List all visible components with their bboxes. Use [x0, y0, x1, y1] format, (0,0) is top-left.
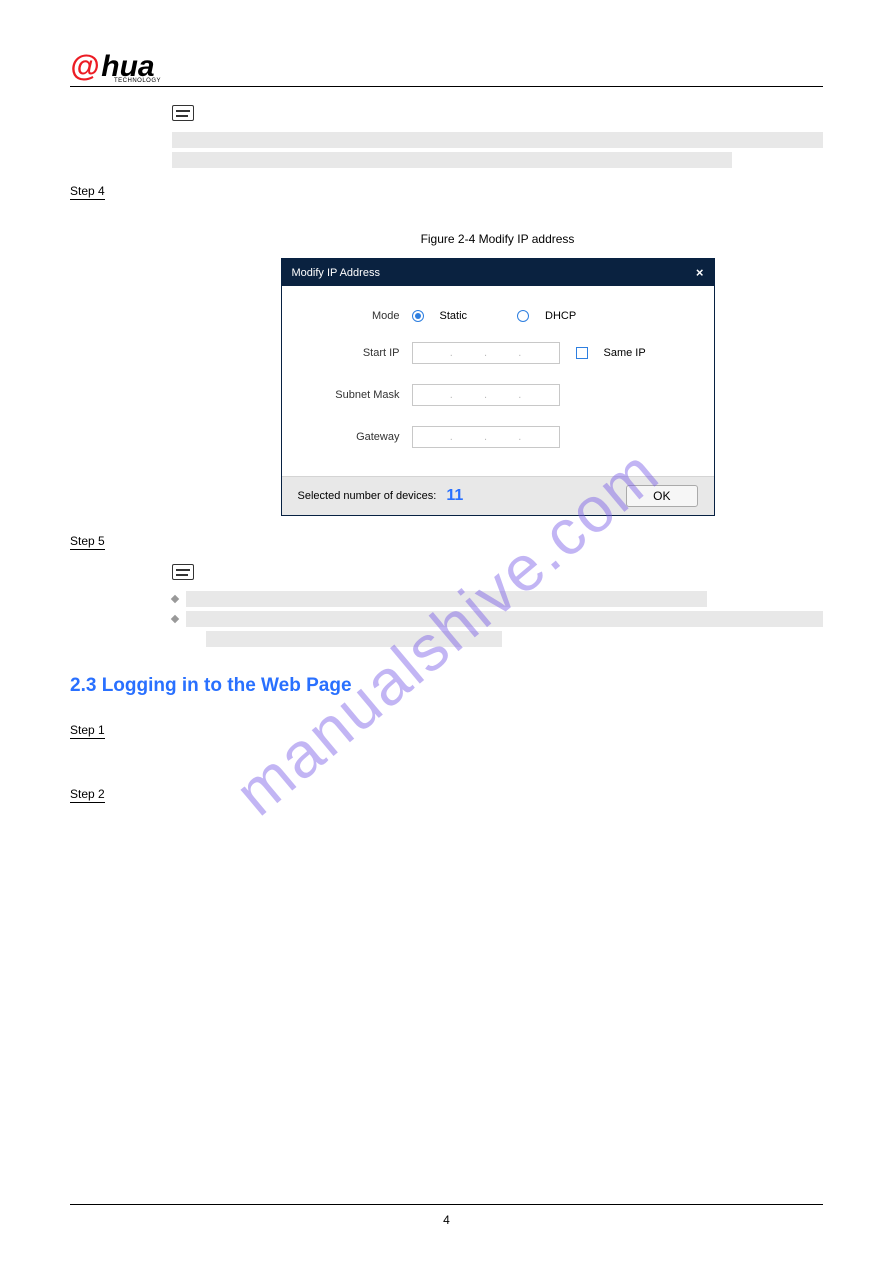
dialog-title-text: Modify IP Address — [292, 267, 380, 279]
start-ip-label: Start IP — [302, 347, 412, 359]
dhcp-label: DHCP — [545, 310, 576, 322]
step5-label: Step 5 — [70, 534, 105, 550]
subnet-label: Subnet Mask — [302, 389, 412, 401]
gateway-row: Gateway ... — [302, 426, 694, 448]
section-heading: 2.3 Logging in to the Web Page — [70, 675, 823, 697]
gateway-input[interactable]: ... — [412, 426, 560, 448]
redacted-bullet — [172, 611, 823, 627]
redacted-line — [186, 611, 823, 627]
page-footer: 4 — [70, 1204, 823, 1227]
note-icon — [172, 564, 194, 580]
device-count-value: 11 — [446, 487, 463, 505]
redacted-line — [206, 631, 502, 647]
step4-label: Step 4 — [70, 184, 105, 200]
subnet-row: Subnet Mask ... — [302, 384, 694, 406]
ok-button[interactable]: OK — [626, 485, 697, 507]
page-header: @hua TECHNOLOGY — [70, 50, 823, 87]
modify-ip-dialog: Modify IP Address × Mode Static DHCP — [281, 258, 715, 516]
page-number: 4 — [443, 1213, 450, 1227]
step1-label: Step 1 — [70, 723, 105, 739]
mode-row: Mode Static DHCP — [302, 310, 694, 322]
redacted-line — [172, 152, 732, 168]
dialog-footer: Selected number of devices: 11 OK — [282, 476, 714, 515]
same-ip-checkbox[interactable] — [576, 347, 588, 359]
step2-label: Step 2 — [70, 787, 105, 803]
subnet-input[interactable]: ... — [412, 384, 560, 406]
section-title: Logging in to the Web Page — [102, 675, 352, 696]
redacted-bullet — [172, 591, 823, 607]
figure-caption: Figure 2-4 Modify IP address — [172, 232, 823, 246]
close-icon[interactable]: × — [696, 265, 704, 280]
static-label: Static — [440, 310, 468, 322]
same-ip-label: Same IP — [604, 347, 646, 359]
redacted-line — [172, 132, 823, 148]
content-area: Step 4 Figure 2-4 Modify IP address Modi… — [70, 105, 823, 811]
redacted-line — [186, 591, 707, 607]
dialog-body: Mode Static DHCP Start IP — [282, 286, 714, 476]
page: @hua TECHNOLOGY Step 4 Figure 2-4 Modify… — [0, 0, 893, 1263]
bullet-icon — [171, 595, 179, 603]
section-number: 2.3 — [70, 675, 96, 696]
logo-mark: @ — [70, 50, 99, 84]
device-count-label: Selected number of devices: — [298, 490, 437, 502]
gateway-label: Gateway — [302, 431, 412, 443]
dialog-titlebar: Modify IP Address × — [282, 259, 714, 286]
start-ip-input[interactable]: ... — [412, 342, 560, 364]
bullet-icon — [171, 615, 179, 623]
start-ip-row: Start IP ... Same IP — [302, 342, 694, 364]
mode-static-radio[interactable] — [412, 310, 424, 322]
device-count: Selected number of devices: 11 — [298, 487, 464, 505]
figure-wrap: Modify IP Address × Mode Static DHCP — [172, 258, 823, 516]
mode-dhcp-radio[interactable] — [517, 310, 529, 322]
note-icon — [172, 105, 194, 121]
logo-subtext: TECHNOLOGY — [114, 78, 823, 84]
mode-label: Mode — [302, 310, 412, 322]
